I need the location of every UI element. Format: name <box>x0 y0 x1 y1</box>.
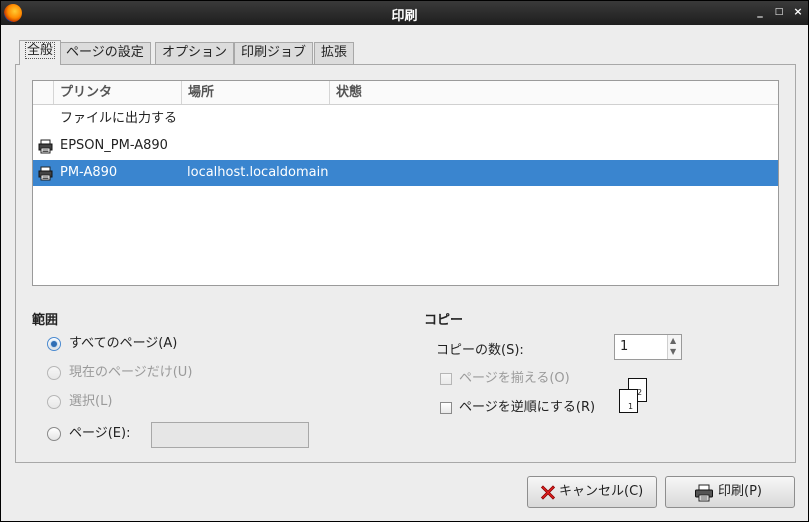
tab-page-setup[interactable]: ページの設定 <box>59 42 151 64</box>
tab-options[interactable]: オプション <box>155 42 235 64</box>
print-label: 印刷(P) <box>718 484 762 499</box>
spin-up-icon[interactable]: ▲ <box>670 336 676 346</box>
copies-count-value: 1 <box>620 339 629 354</box>
copies-count-label: コピーの数(S): <box>436 343 524 358</box>
collate-pages-icon: 2 1 <box>618 378 650 414</box>
column-header-printer[interactable]: プリンタ <box>53 81 181 104</box>
radio-label: 現在のページだけ(U) <box>69 365 193 380</box>
checkbox-label: ページを揃える(O) <box>459 371 570 386</box>
checkbox[interactable] <box>440 402 452 414</box>
cancel-icon <box>540 485 556 500</box>
cancel-label: キャンセル(C) <box>559 484 644 499</box>
list-header: プリンタ 場所 状態 <box>33 81 778 105</box>
minimize-button[interactable]: _ <box>753 5 767 19</box>
tab-print-jobs[interactable]: 印刷ジョブ <box>234 42 314 64</box>
printer-icon <box>38 139 53 154</box>
pages-input[interactable] <box>151 422 309 448</box>
column-header-icon[interactable] <box>33 81 53 104</box>
radio-button[interactable] <box>47 427 61 441</box>
spin-down-icon[interactable]: ▼ <box>670 347 676 357</box>
radio-button[interactable] <box>47 337 61 351</box>
radio-label: すべてのページ(A) <box>69 336 178 351</box>
spin-buttons[interactable]: ▲ ▼ <box>667 335 681 359</box>
tab-general[interactable]: 全般 <box>19 40 62 65</box>
window-title: 印刷 <box>391 9 418 24</box>
printer-icon <box>695 484 713 502</box>
copies-section-title: コピー <box>424 313 464 328</box>
printer-row-file[interactable]: ファイルに出力する <box>33 106 778 132</box>
print-dialog: 印刷 _ □ × 全般 ページの設定 オプション 印刷ジョブ 拡張 プリンタ 場… <box>0 0 809 522</box>
collate-page-number: 1 <box>628 402 634 411</box>
range-section-title: 範囲 <box>32 313 59 328</box>
checkbox-label: ページを逆順にする(R) <box>459 400 596 415</box>
radio-label: 選択(L) <box>69 394 113 409</box>
checkbox <box>440 373 452 385</box>
close-button[interactable]: × <box>791 5 805 19</box>
column-header-status[interactable]: 状態 <box>329 81 778 104</box>
printer-name: ファイルに出力する <box>60 111 178 126</box>
maximize-button[interactable]: □ <box>772 5 786 19</box>
radio-label: ページ(E): <box>69 426 131 441</box>
printer-name: EPSON_PM-A890 <box>60 138 168 153</box>
print-button[interactable]: 印刷(P) <box>665 476 795 508</box>
printer-location: localhost.localdomain <box>187 165 329 180</box>
cancel-button[interactable]: キャンセル(C) <box>527 476 657 508</box>
radio-button <box>47 395 61 409</box>
column-header-location[interactable]: 場所 <box>181 81 329 104</box>
printer-list[interactable]: プリンタ 場所 状態 ファイルに出力する EPSON_PM-A890 PM-A8… <box>32 80 779 286</box>
tab-advanced[interactable]: 拡張 <box>314 42 355 64</box>
printer-name: PM-A890 <box>60 165 118 180</box>
printer-row-epson[interactable]: EPSON_PM-A890 <box>33 133 778 159</box>
title-bar[interactable]: 印刷 _ □ × <box>1 1 808 25</box>
printer-icon <box>38 166 53 181</box>
printer-row-pm-a890[interactable]: PM-A890 localhost.localdomain <box>33 160 778 186</box>
copies-spinbutton[interactable]: 1 ▲ ▼ <box>614 334 682 360</box>
radio-button <box>47 366 61 380</box>
